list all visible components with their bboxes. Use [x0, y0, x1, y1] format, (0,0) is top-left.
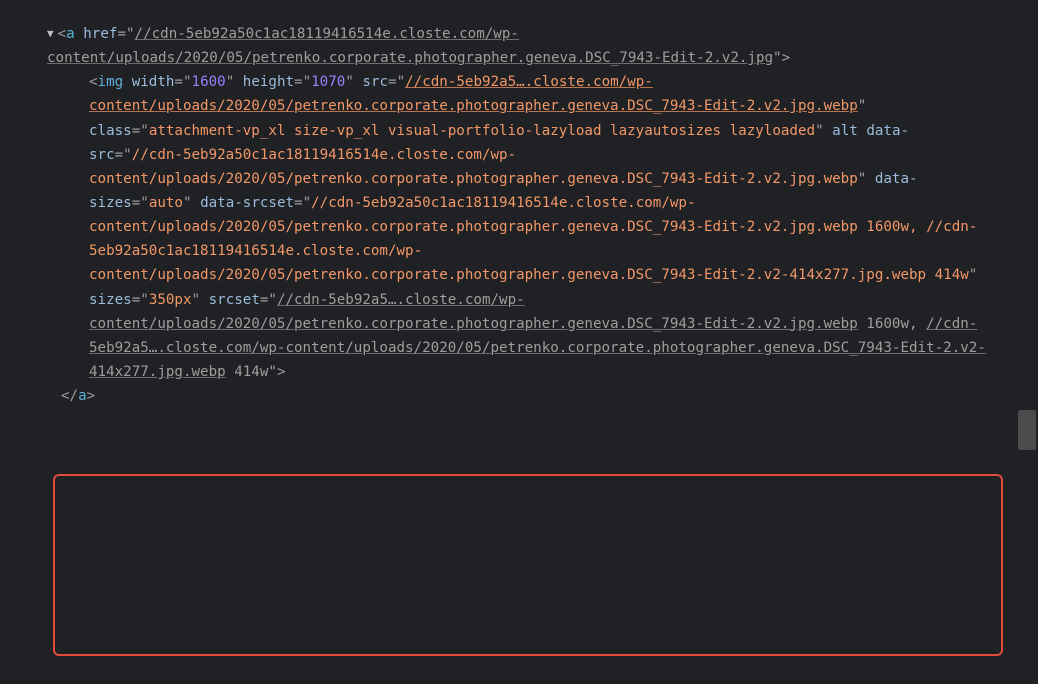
srcset-width-1: 1600w,	[858, 316, 926, 332]
width-value: 1600	[192, 74, 226, 90]
tag-a[interactable]: a	[66, 26, 75, 42]
srcset-width-2: 414w	[226, 364, 269, 380]
attr-data-srcset[interactable]: data-srcset	[200, 195, 294, 211]
height-value: 1070	[311, 74, 345, 90]
closing-a-tag[interactable]: </a>	[47, 384, 996, 408]
attr-class[interactable]: class	[89, 123, 132, 139]
data-sizes-value: auto	[149, 195, 183, 211]
attr-height[interactable]: height	[243, 74, 294, 90]
sizes-value: 350px	[149, 292, 192, 308]
attr-sizes[interactable]: sizes	[89, 292, 132, 308]
tag-img[interactable]: img	[98, 74, 124, 90]
highlight-box	[53, 474, 1003, 656]
scrollbar-thumb[interactable]	[1018, 410, 1036, 450]
class-value: attachment-vp_xl size-vp_xl visual-portf…	[149, 123, 815, 139]
attr-srcset[interactable]: srcset	[209, 292, 260, 308]
attr-href[interactable]: href	[83, 26, 117, 42]
attr-src[interactable]: src	[362, 74, 388, 90]
data-src-value: //cdn-5eb92a50c1ac18119416514e.closte.co…	[89, 147, 858, 187]
img-element[interactable]: <img width="1600" height="1070" src="//c…	[47, 70, 996, 384]
punct-lt: <	[58, 26, 67, 42]
dom-tree[interactable]: ▼<a href="//cdn-5eb92a50c1ac18119416514e…	[47, 22, 996, 408]
attr-width[interactable]: width	[132, 74, 175, 90]
devtools-elements-panel: ▼<a href="//cdn-5eb92a50c1ac18119416514e…	[0, 0, 1038, 684]
expand-toggle-icon[interactable]: ▼	[47, 25, 54, 44]
href-url[interactable]: //cdn-5eb92a50c1ac18119416514e.closte.co…	[47, 26, 773, 66]
attr-alt[interactable]: alt	[832, 123, 858, 139]
